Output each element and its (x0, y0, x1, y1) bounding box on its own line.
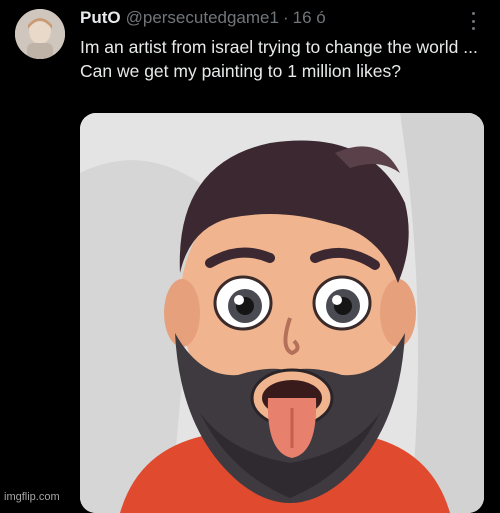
separator-dot: · (282, 8, 289, 27)
tweet-text: Im an artist from israel trying to chang… (80, 37, 478, 81)
user-handle[interactable]: @persecutedgame1 (126, 8, 279, 28)
cartoon-bearded-man-painting (80, 113, 484, 513)
tweet-header: PutO @persecutedgame1 · 16 ó (80, 8, 326, 30)
more-vertical-icon[interactable] (470, 12, 476, 30)
imgflip-watermark: imgflip.com (4, 491, 60, 503)
avatar-image (15, 9, 65, 59)
display-name[interactable]: PutO (80, 8, 121, 28)
avatar[interactable] (15, 9, 65, 59)
tweet[interactable]: PutO @persecutedgame1 · 16 ó Im an artis… (0, 0, 500, 513)
tweet-media-image[interactable] (80, 113, 484, 513)
timestamp[interactable]: 16 ó (293, 8, 326, 28)
